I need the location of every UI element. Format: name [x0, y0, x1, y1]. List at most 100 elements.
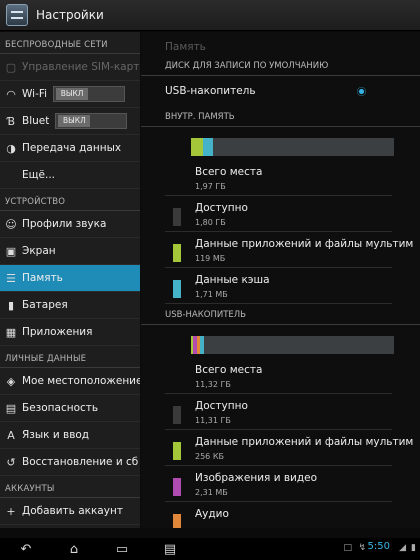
notification-icon[interactable]: □	[343, 543, 352, 553]
plus-icon: +	[6, 504, 16, 518]
internal-usage-bar	[191, 138, 394, 156]
sidebar-item-label: Управление SIM-карт	[22, 61, 140, 73]
sidebar-item-label: Экран	[22, 245, 56, 257]
battery-icon: ▮	[7, 298, 15, 312]
storage-row-title: Данные приложений и файлы мультим	[195, 436, 414, 448]
sidebar-item[interactable]: ↺ Восстановление и сб	[0, 449, 140, 476]
bluetooth-icon: Ɓ	[6, 114, 16, 128]
sidebar-item[interactable]: ◠ Wi-Fi ВЫКЛ	[0, 81, 140, 108]
storage-row-title: Данные кэша	[195, 274, 270, 286]
storage-row[interactable]: Аудио	[141, 502, 420, 528]
color-swatch	[173, 208, 181, 226]
action-bar: Настройки	[0, 0, 420, 31]
sim-card-icon: ▢	[5, 60, 17, 74]
page-title: Настройки	[36, 8, 104, 22]
storage-row[interactable]: Всего места 1,97 ГБ	[141, 160, 420, 196]
color-swatch	[173, 442, 181, 460]
radio-selected-icon[interactable]	[357, 87, 366, 96]
usb-icon[interactable]: ↯	[358, 543, 366, 553]
sidebar-item-label: Добавить аккаунт	[22, 505, 123, 517]
color-swatch	[173, 478, 181, 496]
sidebar-item[interactable]: A Язык и ввод	[0, 422, 140, 449]
default-disk-option[interactable]: USB-накопитель	[141, 76, 420, 106]
screenshot-icon[interactable]: ▤	[152, 542, 188, 557]
clock: 5:50	[367, 541, 390, 552]
storage-row-title: Доступно	[195, 202, 248, 214]
internal-storage-header: ВНУТР. ПАМЯТЬ	[141, 108, 420, 127]
storage-row-value: 256 КБ	[195, 452, 224, 461]
battery-icon: ▮	[411, 543, 416, 553]
sidebar-item-label: Мое местоположение	[22, 375, 140, 387]
toggle-switch[interactable]: ВЫКЛ	[53, 86, 126, 102]
storage-row[interactable]: Данные приложений и файлы мультим 256 КБ	[141, 430, 420, 466]
sidebar-section-header: СИСТЕМА	[0, 525, 140, 528]
sidebar-item-label: Профили звука	[22, 218, 107, 230]
signal-icon: ◢	[399, 543, 406, 553]
back-icon[interactable]: ↶	[8, 542, 44, 557]
sidebar-item-label: Батарея	[22, 299, 68, 311]
sidebar-item[interactable]: + Добавить аккаунт	[0, 498, 140, 525]
sidebar-item[interactable]: ◑ Передача данных	[0, 135, 140, 162]
sidebar-item-label: Восстановление и сб	[22, 456, 139, 468]
storage-row[interactable]: Изображения и видео 2,31 МБ	[141, 466, 420, 502]
storage-row-title: Данные приложений и файлы мультим	[195, 238, 414, 250]
storage-row-title: Всего места	[195, 364, 263, 376]
display-icon: ▣	[5, 244, 17, 258]
sidebar-item[interactable]: ◈ Мое местоположение	[0, 368, 140, 395]
color-swatch	[173, 280, 181, 298]
sidebar-item-label: Wi-Fi	[22, 88, 48, 100]
usb-storage-header: USB-НАКОПИТЕЛЬ	[141, 306, 420, 325]
storage-row-value: 119 МБ	[195, 254, 226, 263]
storage-row-value: 1,97 ГБ	[195, 182, 226, 191]
sidebar-item[interactable]: ☰ Память	[0, 265, 140, 292]
language-icon: A	[7, 428, 15, 442]
restore-icon: ↺	[6, 455, 16, 469]
sidebar-item-label: Передача данных	[22, 142, 122, 154]
sidebar-section-header: ЛИЧНЫЕ ДАННЫЕ	[0, 346, 140, 368]
sidebar-section-header: БЕСПРОВОДНЫЕ СЕТИ	[0, 32, 140, 54]
toggle-off-label: ВЫКЛ	[56, 88, 89, 100]
sidebar-section-header: УСТРОЙСТВО	[0, 189, 140, 211]
storage-row[interactable]: Доступно 1,80 ГБ	[141, 196, 420, 232]
storage-row-title: Аудио	[195, 508, 229, 520]
storage-row[interactable]: Данные приложений и файлы мультим 119 МБ	[141, 232, 420, 268]
sidebar-item[interactable]: ▮ Батарея	[0, 292, 140, 319]
sidebar-item-label: Язык и ввод	[22, 429, 90, 441]
storage-row-title: Всего места	[195, 166, 263, 178]
sidebar-item[interactable]: Ɓ Bluet ВЫКЛ	[0, 108, 140, 135]
settings-sidebar: БЕСПРОВОДНЫЕ СЕТИ ▢ Управление SIM-карт ◠ Wi…	[0, 32, 140, 528]
usb-usage-bar-row	[141, 325, 420, 358]
default-disk-option-label: USB-накопитель	[165, 85, 256, 97]
sidebar-item-label: Приложения	[22, 326, 93, 338]
storage-row-title: Доступно	[195, 400, 248, 412]
sidebar-item[interactable]: ☺ Профили звука	[0, 211, 140, 238]
sidebar-item[interactable]: ▢ Управление SIM-карт	[0, 54, 140, 81]
pane-title: Память	[165, 41, 206, 53]
wifi-icon: ◠	[6, 87, 16, 101]
sidebar-item-label: Безопасность	[22, 402, 99, 414]
color-swatch	[173, 406, 181, 424]
home-icon[interactable]: ⌂	[56, 542, 92, 557]
color-swatch	[173, 244, 181, 262]
storage-row[interactable]: Всего места 11,32 ГБ	[141, 358, 420, 394]
storage-icon: ☰	[6, 271, 16, 285]
sidebar-item[interactable]: ▦ Приложения	[0, 319, 140, 346]
divider	[165, 303, 392, 304]
storage-row-value: 11,32 ГБ	[195, 380, 231, 389]
storage-row[interactable]: Данные кэша 1,71 МБ	[141, 268, 420, 304]
sound-profile-icon: ☺	[5, 217, 17, 231]
sidebar-item-label: Bluet	[22, 115, 50, 127]
storage-detail-pane: Память ДИСК ДЛЯ ЗАПИСИ ПО УМОЛЧАНИЮ USB-…	[141, 32, 420, 528]
settings-sliders-icon[interactable]	[6, 4, 28, 26]
storage-row[interactable]: Доступно 11,31 ГБ	[141, 394, 420, 430]
toggle-off-label: ВЫКЛ	[58, 115, 91, 127]
recents-icon[interactable]: ▭	[104, 542, 140, 557]
toggle-switch[interactable]: ВЫКЛ	[55, 113, 128, 129]
sidebar-item-label: Память	[22, 272, 63, 284]
sidebar-item[interactable]: ▤ Безопасность	[0, 395, 140, 422]
storage-row-value: 1,71 МБ	[195, 290, 228, 299]
usb-usage-bar	[191, 336, 394, 354]
usage-bar-segment	[191, 138, 204, 156]
sidebar-item[interactable]: Ещё...	[0, 162, 140, 189]
sidebar-item[interactable]: ▣ Экран	[0, 238, 140, 265]
